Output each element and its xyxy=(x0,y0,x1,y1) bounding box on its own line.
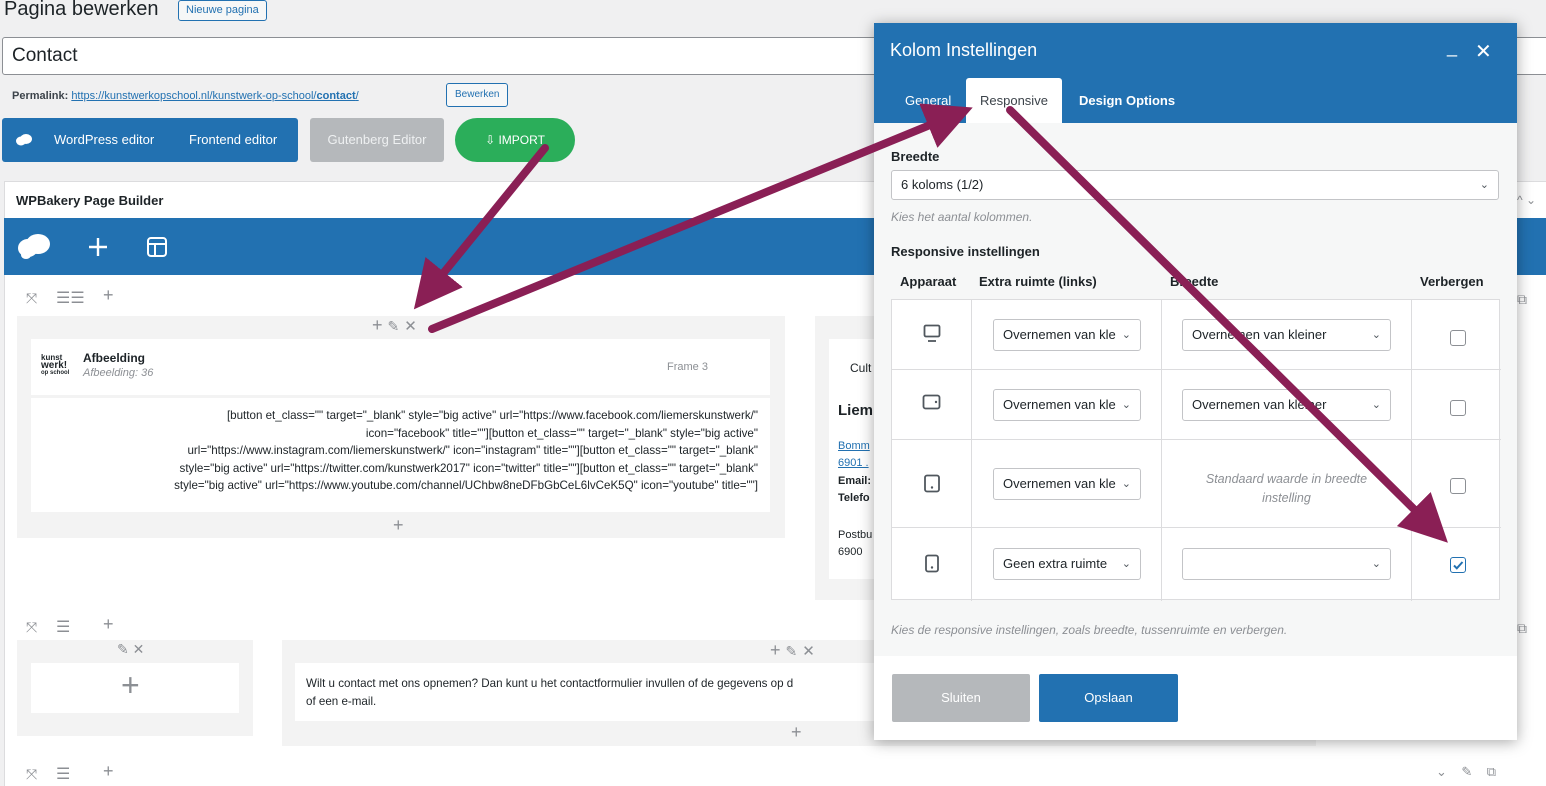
annotation-arrows xyxy=(413,103,1448,543)
arrow-to-hide-checkbox xyxy=(1006,106,1448,543)
arrow-to-edit-icon xyxy=(413,144,549,310)
arrow-to-responsive-tab xyxy=(428,103,973,333)
